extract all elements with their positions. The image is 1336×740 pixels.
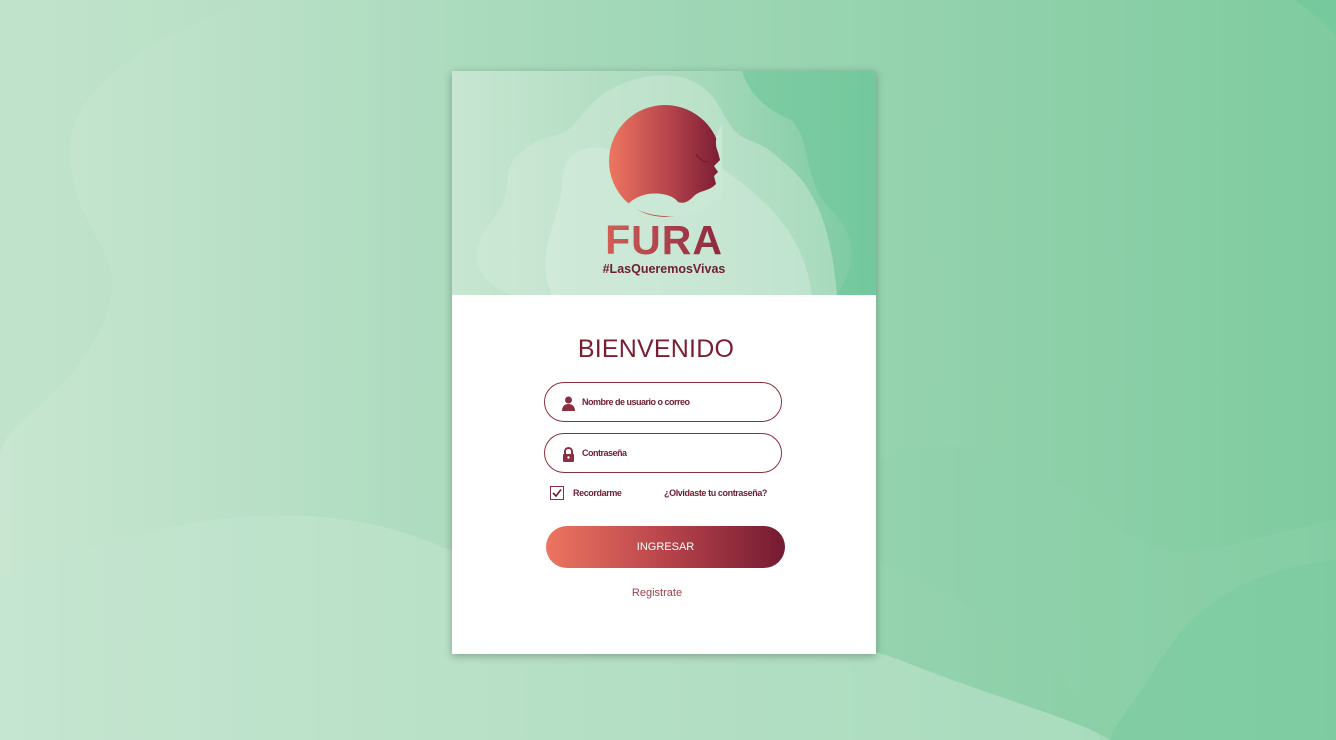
card-header: FURA #LasQueremosVivas <box>452 71 876 295</box>
username-input[interactable]: Nombre de usuario o correo <box>544 382 782 422</box>
user-icon <box>562 396 575 411</box>
password-input[interactable]: Contraseña <box>544 433 782 473</box>
password-placeholder: Contraseña <box>582 448 627 458</box>
welcome-title: BIENVENIDO <box>577 335 735 363</box>
remember-checkbox[interactable] <box>550 486 564 500</box>
register-link[interactable]: Registrate <box>452 587 862 599</box>
brand-name: FURA <box>572 217 756 264</box>
login-button[interactable]: INGRESAR <box>546 526 785 568</box>
lock-icon <box>563 447 574 462</box>
checkmark-icon <box>552 489 562 498</box>
remember-label[interactable]: Recordarme <box>573 488 622 498</box>
brand-tagline: #LasQueremosVivas <box>602 262 726 276</box>
forgot-password-link[interactable]: ¿Olvidaste tu contraseña? <box>664 488 767 498</box>
login-card: FURA #LasQueremosVivas BIENVENIDO Nombre… <box>452 71 876 654</box>
woman-profile-logo-icon <box>609 105 722 217</box>
username-placeholder: Nombre de usuario o correo <box>582 397 690 407</box>
